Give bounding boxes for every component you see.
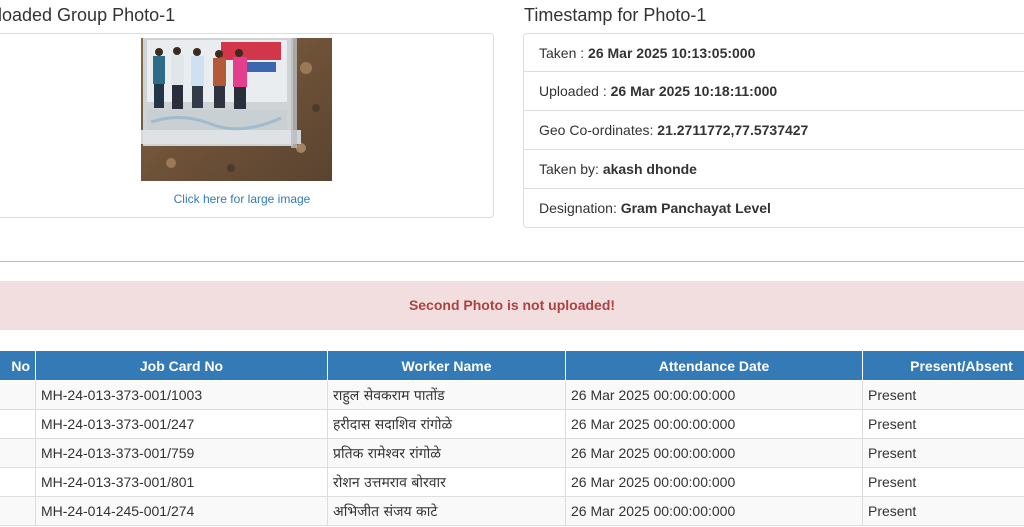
cell-status: Present [862,409,1024,439]
cell-no [0,380,36,410]
cell-attendance-date: 26 Mar 2025 00:00:00:000 [565,409,863,439]
taken-by-item: Taken by: akash dhonde [523,150,1024,189]
designation-value: Gram Panchayat Level [620,200,771,216]
taken-by-label: Taken by: [539,161,603,177]
column-header-no[interactable]: No [0,350,36,381]
cell-worker-name: रोशन उत्तमराव बोरवार [327,467,566,497]
cell-no [0,467,36,497]
cell-attendance-date: 26 Mar 2025 00:00:00:000 [565,496,863,526]
large-image-link[interactable]: Click here for large image [0,192,493,206]
cell-attendance-date: 26 Mar 2025 00:00:00:000 [565,380,863,410]
table-row: MH-24-013-373-001/801 रोशन उत्तमराव बोरव… [0,467,1024,497]
cell-job-card: MH-24-013-373-001/801 [35,467,328,497]
group-photo-panel: Click here for large image [0,33,494,218]
cell-worker-name: राहुल सेवकराम पातोंड [327,380,566,410]
cell-job-card: MH-24-013-373-001/247 [35,409,328,439]
cell-attendance-date: 26 Mar 2025 00:00:00:000 [565,438,863,468]
cell-no [0,409,36,439]
table-row: MH-24-013-373-001/1003 राहुल सेवकराम पात… [0,380,1024,410]
uploaded-time-item: Uploaded : 26 Mar 2025 10:18:11:000 [523,72,1024,111]
geo-coordinates-value: 21.2711772,77.5737427 [657,122,809,138]
cell-status: Present [862,438,1024,468]
taken-by-value: akash dhonde [602,161,697,177]
table-header-row: No Job Card No Worker Name Attendance Da… [0,350,1024,381]
taken-time-item: Taken : 26 Mar 2025 10:13:05:000 [523,33,1024,72]
uploaded-label: Uploaded : [539,83,611,99]
group-photo-thumbnail[interactable] [141,38,332,181]
cell-attendance-date: 26 Mar 2025 00:00:00:000 [565,467,863,497]
cell-worker-name: अभिजीत संजय काटे [327,496,566,526]
table-row: MH-24-013-373-001/759 प्रतिक रामेश्वर रा… [0,438,1024,468]
cell-job-card: MH-24-013-373-001/1003 [35,380,328,410]
timestamp-info-list: Taken : 26 Mar 2025 10:13:05:000 Uploade… [523,33,1024,228]
uploaded-value: 26 Mar 2025 10:18:11:000 [610,83,778,99]
cell-status: Present [862,380,1024,410]
cell-job-card: MH-24-014-245-001/274 [35,496,328,526]
photo-section-heading: loaded Group Photo-1 [0,5,176,25]
geo-coordinates-label: Geo Co-ordinates: [539,122,658,138]
column-header-attendance-date[interactable]: Attendance Date [565,350,863,381]
cell-worker-name: प्रतिक रामेश्वर रांगोळे [327,438,566,468]
cell-status: Present [862,496,1024,526]
geo-coordinates-item: Geo Co-ordinates: 21.2711772,77.5737427 [523,111,1024,150]
cell-no [0,438,36,468]
table-row: MH-24-014-245-001/274 अभिजीत संजय काटे 2… [0,496,1024,526]
cell-no [0,496,36,526]
designation-item: Designation: Gram Panchayat Level [523,189,1024,228]
timestamp-section-heading: Timestamp for Photo-1 [524,5,707,25]
section-divider [0,261,1024,262]
taken-label: Taken : [539,45,589,61]
column-header-job-card[interactable]: Job Card No [35,350,328,381]
cell-job-card: MH-24-013-373-001/759 [35,438,328,468]
table-row: MH-24-013-373-001/247 हरीदास सदाशिव रांग… [0,409,1024,439]
column-header-present-absent[interactable]: Present/Absent [862,350,1024,381]
column-header-worker-name[interactable]: Worker Name [327,350,566,381]
cell-worker-name: हरीदास सदाशिव रांगोळे [327,409,566,439]
designation-label: Designation: [539,200,621,216]
worker-attendance-table: No Job Card No Worker Name Attendance Da… [0,350,1024,526]
group-photo-image [141,38,332,181]
cell-status: Present [862,467,1024,497]
taken-value: 26 Mar 2025 10:13:05:000 [588,45,756,61]
second-photo-alert: Second Photo is not uploaded! [0,281,1024,330]
